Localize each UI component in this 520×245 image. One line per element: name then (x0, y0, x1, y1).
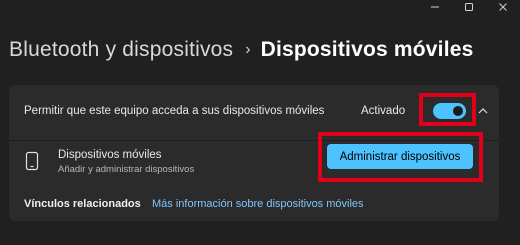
close-icon[interactable] (486, 0, 520, 14)
settings-window: Bluetooth y dispositivos › Dispositivos … (0, 0, 520, 245)
mobile-devices-card: Permitir que este equipo acceda a sus di… (9, 85, 499, 221)
allow-access-toggle[interactable] (433, 103, 466, 119)
related-links-row: Vínculos relacionados Más información so… (9, 191, 499, 221)
breadcrumb-separator: › (245, 41, 251, 58)
device-row-title: Dispositivos móviles (58, 149, 162, 161)
allow-access-label: Permitir que este equipo acceda a sus di… (24, 105, 325, 117)
toggle-status-text: Activado (361, 105, 406, 117)
page-title: Dispositivos móviles (260, 38, 474, 61)
minimize-icon[interactable] (418, 0, 452, 14)
breadcrumb-parent-link[interactable]: Bluetooth y dispositivos (9, 38, 233, 62)
toggle-knob (453, 106, 463, 116)
device-row-subtitle: Añadir y administrar dispositivos (58, 164, 195, 175)
phone-icon (25, 151, 39, 171)
maximize-icon[interactable] (452, 0, 486, 14)
related-links-label: Vínculos relacionados (24, 198, 141, 210)
manage-devices-button[interactable]: Administrar dispositivos (327, 144, 473, 169)
chevron-up-icon[interactable] (475, 103, 491, 119)
more-info-link[interactable]: Más información sobre dispositivos móvil… (152, 198, 364, 210)
window-controls (418, 0, 520, 14)
breadcrumb: Bluetooth y dispositivos › Dispositivos … (9, 38, 474, 62)
mobile-devices-row: Dispositivos móviles Añadir y administra… (9, 132, 499, 191)
